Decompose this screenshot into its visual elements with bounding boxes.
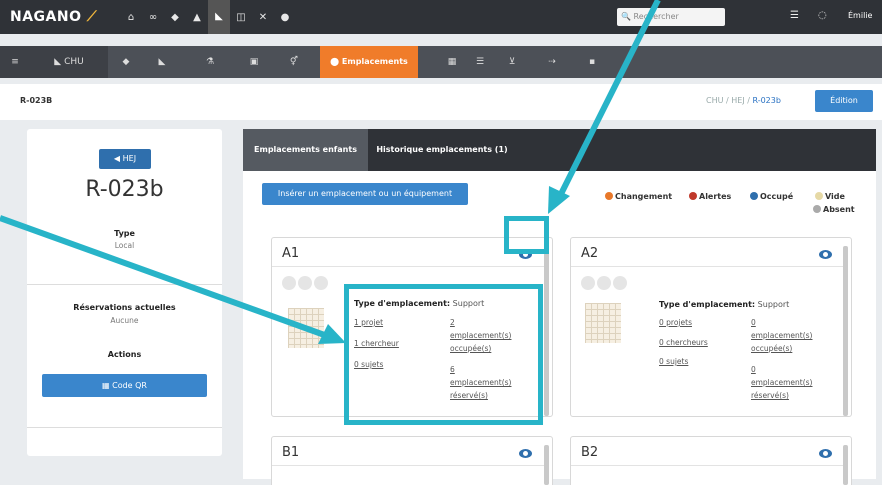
arrow-line: [557, 0, 661, 198]
arrowhead-icon: [548, 186, 570, 214]
arrow-line: [0, 215, 332, 340]
annotation-arrows: [0, 0, 661, 344]
